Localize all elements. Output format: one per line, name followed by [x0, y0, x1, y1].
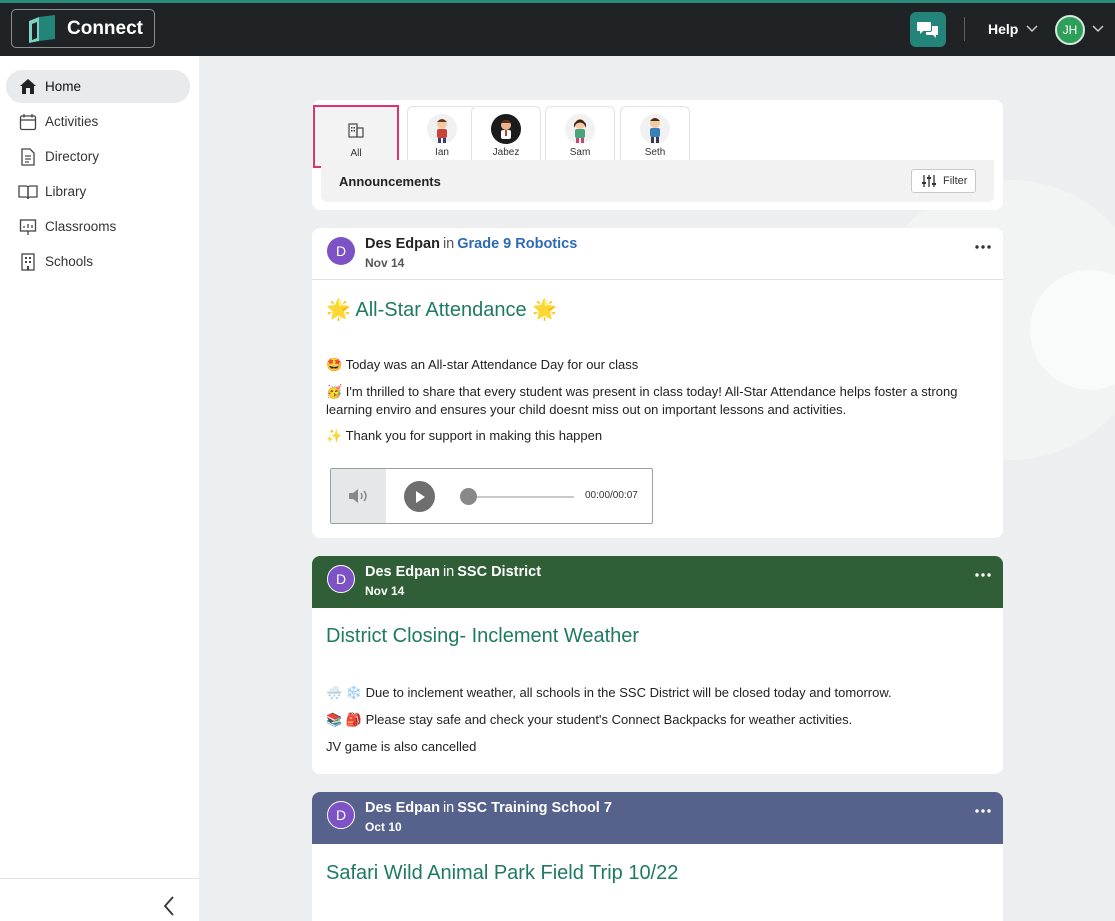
sidebar-item-directory[interactable]: Directory [6, 140, 190, 173]
sidebar-footer [0, 878, 199, 921]
section-title: Announcements [339, 174, 441, 189]
chevron-down-icon [1026, 25, 1038, 33]
post-title[interactable]: District Closing- Inclement Weather [326, 625, 639, 648]
filter-button[interactable]: Filter [911, 169, 976, 193]
group-link[interactable]: SSC Training School 7 [457, 800, 612, 816]
calendar-icon [18, 112, 38, 132]
student-filter-card: All Ian Jabez Sam Seth Announcements Fil… [312, 100, 1003, 210]
author-avatar[interactable]: D [327, 237, 355, 265]
post-byline: Des Edpan in Grade 9 Robotics [365, 236, 577, 252]
help-menu[interactable]: Help [988, 21, 1038, 37]
post-card: D Des Edpan in SSC District Nov 14 Distric… [312, 556, 1003, 774]
student-avatar [427, 114, 457, 144]
audio-progress-track[interactable] [462, 496, 574, 498]
sidebar-item-library[interactable]: Library [6, 175, 190, 208]
document-icon [18, 147, 38, 167]
sidebar-item-label: Library [45, 184, 87, 199]
presentation-icon [18, 217, 38, 237]
announcements-bar: Announcements Filter [321, 160, 994, 202]
post-body-line: ✨ Thank you for support in making this h… [326, 428, 603, 443]
student-name: Seth [644, 147, 666, 158]
student-tab-jabez[interactable]: Jabez [471, 106, 541, 160]
post-body-line: 🥳 I'm thrilled to share that every stude… [326, 384, 958, 417]
sidebar-item-schools[interactable]: Schools [6, 245, 190, 278]
top-bar: Connect Help JH [0, 0, 1115, 56]
author-name[interactable]: Des Edpan [365, 800, 440, 816]
byline-connector: in [442, 236, 455, 252]
student-name: Jabez [492, 147, 520, 158]
post-title[interactable]: Safari Wild Animal Park Field Trip 10/22 [326, 862, 678, 885]
post-title[interactable]: 🌟 All-Star Attendance 🌟 [326, 297, 557, 322]
student-tab-all[interactable]: All [313, 105, 399, 168]
post-body-line: 📚 🎒 Please stay safe and check your stud… [326, 712, 853, 727]
home-icon [18, 77, 38, 97]
app-name: Connect [67, 17, 143, 39]
post-byline: Des Edpan in SSC District [365, 564, 541, 580]
post-body-line: JV game is also cancelled [326, 739, 477, 754]
sidebar-item-label: Home [45, 79, 82, 94]
post-body-line: 🤩 Today was an All-star Attendance Day f… [326, 357, 639, 372]
post-header: D Des Edpan in SSC District Nov 14 [312, 556, 1003, 608]
byline-connector: in [442, 800, 455, 816]
byline-connector: in [442, 564, 455, 580]
topbar-divider [964, 17, 965, 41]
post-date: Oct 10 [365, 820, 402, 834]
filter-label: Filter [943, 175, 968, 187]
help-label: Help [988, 21, 1019, 37]
student-name: Sam [569, 147, 591, 158]
sliders-icon [922, 175, 936, 187]
sidebar-item-label: Activities [45, 114, 99, 129]
brand-home-link[interactable]: Connect [11, 9, 155, 48]
building-icon [18, 252, 38, 272]
user-avatar[interactable]: JH [1055, 15, 1085, 45]
student-tab-sam[interactable]: Sam [545, 106, 615, 160]
student-name: All [350, 148, 362, 159]
audio-time: 00:00/00:07 [585, 490, 638, 501]
audio-progress-thumb[interactable] [460, 488, 477, 505]
post-date: Nov 14 [365, 584, 405, 598]
more-options-icon[interactable] [975, 809, 991, 813]
buildings-icon [348, 123, 364, 138]
connect-logo-icon [29, 14, 55, 43]
more-options-icon[interactable] [975, 245, 991, 249]
author-avatar[interactable]: D [327, 801, 355, 829]
student-avatar [640, 114, 670, 144]
sidebar: Home Activities Directory Library Classr… [0, 56, 199, 921]
more-options-icon[interactable] [975, 573, 991, 577]
student-avatar [491, 114, 521, 144]
sidebar-item-label: Classrooms [45, 219, 117, 234]
sidebar-item-label: Directory [45, 149, 100, 164]
student-avatar [565, 114, 595, 144]
play-button[interactable] [404, 481, 435, 512]
group-link[interactable]: Grade 9 Robotics [457, 236, 577, 252]
group-link[interactable]: SSC District [457, 564, 541, 580]
student-tab-seth[interactable]: Seth [620, 106, 690, 160]
post-card: D Des Edpan in Grade 9 Robotics Nov 14 🌟 A… [312, 228, 1003, 538]
student-name: Ian [435, 147, 449, 158]
messages-button[interactable] [910, 12, 946, 47]
post-header: D Des Edpan in Grade 9 Robotics Nov 14 [312, 228, 1003, 280]
post-byline: Des Edpan in SSC Training School 7 [365, 800, 612, 816]
sidebar-item-home[interactable]: Home [6, 70, 190, 103]
play-icon [415, 490, 425, 503]
chat-bubbles-icon [917, 21, 938, 38]
speaker-icon [348, 489, 367, 503]
audio-player: 00:00/00:07 [330, 468, 653, 524]
author-name[interactable]: Des Edpan [365, 236, 440, 252]
sidebar-item-classrooms[interactable]: Classrooms [6, 210, 190, 243]
author-name[interactable]: Des Edpan [365, 564, 440, 580]
chevron-down-icon[interactable] [1092, 25, 1104, 33]
chevron-left-icon[interactable] [162, 895, 176, 917]
post-date: Nov 14 [365, 256, 405, 270]
student-tab-ian[interactable]: Ian [407, 106, 477, 160]
post-header: D Des Edpan in SSC Training School 7 Oct 1… [312, 792, 1003, 844]
author-avatar[interactable]: D [327, 565, 355, 593]
volume-button[interactable] [331, 469, 386, 523]
book-icon [18, 182, 38, 202]
sidebar-item-activities[interactable]: Activities [6, 105, 190, 138]
post-body-line: 🌨️ ❄️ Due to inclement weather, all scho… [326, 685, 892, 700]
sidebar-item-label: Schools [45, 254, 94, 269]
post-card: D Des Edpan in SSC Training School 7 Oct 1… [312, 792, 1003, 921]
